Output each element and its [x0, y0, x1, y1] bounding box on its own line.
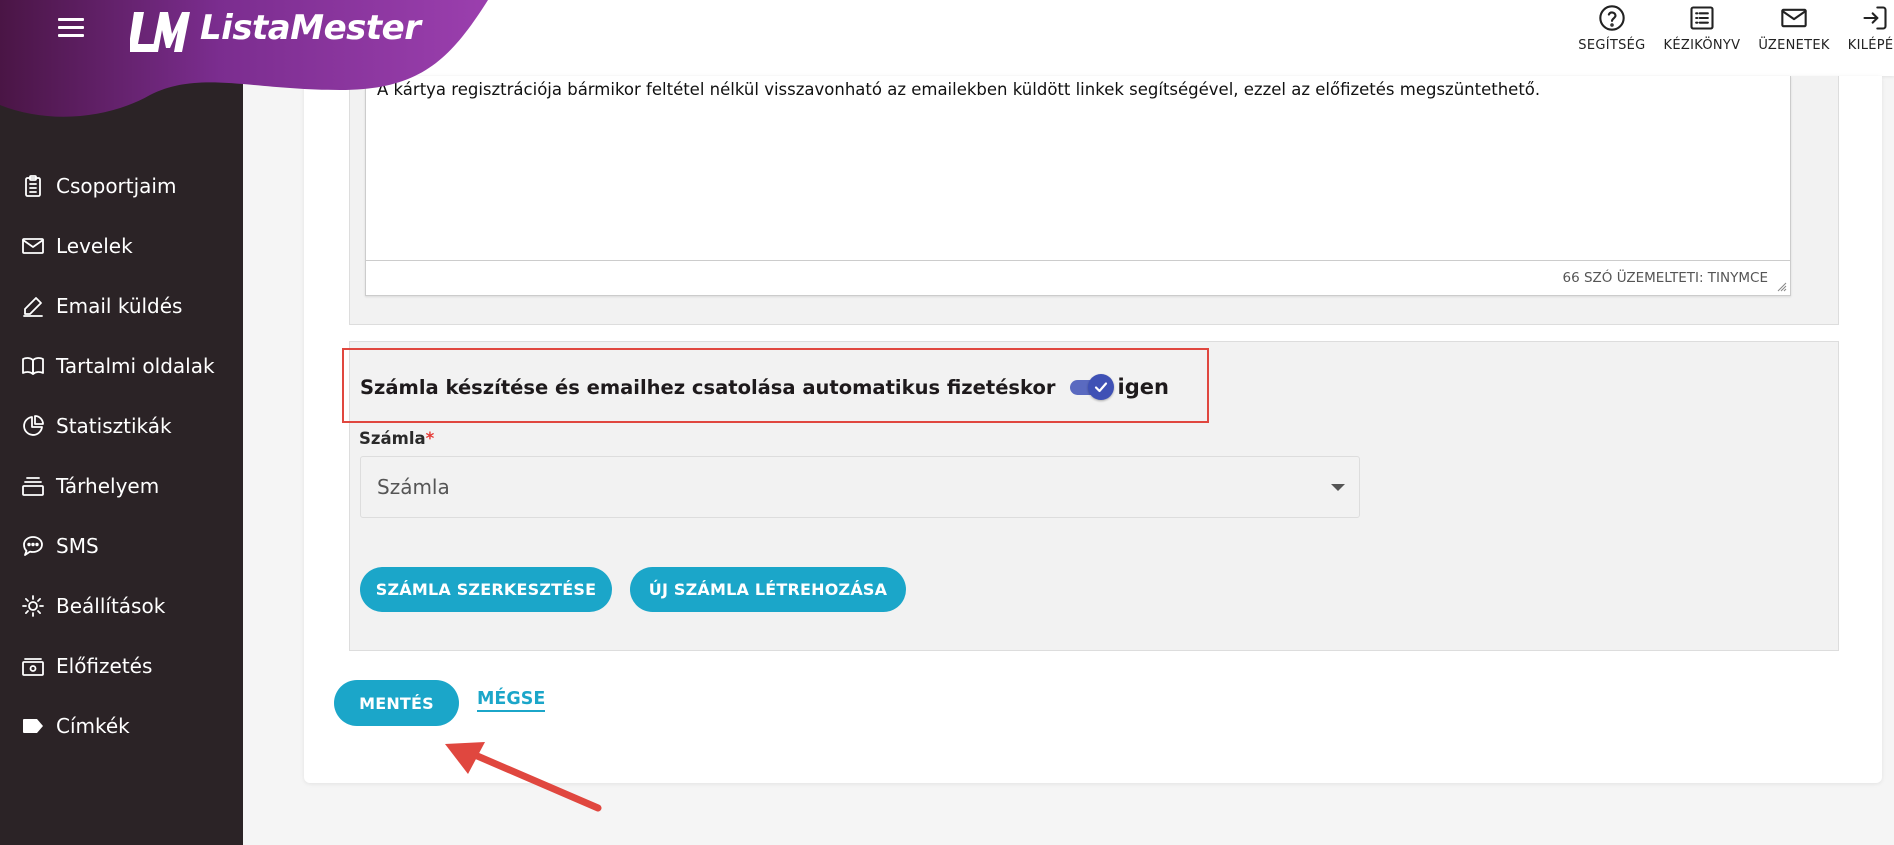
messages-label: ÜZENETEK — [1758, 38, 1830, 53]
invoice-field-label-text: Számla — [359, 429, 426, 448]
sidebar-item-label: Címkék — [56, 714, 130, 738]
cancel-link[interactable]: MÉGSE — [477, 689, 546, 712]
sidebar-item-label: Beállítások — [56, 594, 166, 618]
sidebar-item-email-kuldes[interactable]: Email küldés — [0, 276, 243, 336]
edit-invoice-button[interactable]: SZÁMLA SZERKESZTÉSE — [360, 567, 612, 612]
sidebar-item-label: Tárhelyem — [56, 474, 160, 498]
envelope-icon — [1781, 8, 1807, 28]
sidebar-item-label: Tartalmi oldalak — [56, 354, 215, 378]
question-circle-icon — [1599, 5, 1625, 31]
logo-mark-icon[interactable] — [128, 8, 190, 58]
required-mark: * — [425, 429, 435, 448]
sidebar-item-label: Előfizetés — [56, 654, 153, 678]
subscription-icon — [20, 653, 46, 679]
sidebar-item-tarhelyem[interactable]: Tárhelyem — [0, 456, 243, 516]
invoice-select[interactable]: Számla — [360, 456, 1360, 518]
sidebar-item-statisztikak[interactable]: Statisztikák — [0, 396, 243, 456]
form-card: A kártya regisztrációja bármikor feltéte… — [304, 76, 1882, 783]
sidebar-item-elofizetes[interactable]: Előfizetés — [0, 636, 243, 696]
help-label: SEGÍTSÉG — [1578, 38, 1646, 53]
logout-button[interactable]: KILÉPÉS — [1848, 0, 1894, 76]
brand-name[interactable]: ListaMester — [200, 8, 421, 48]
menu-toggle-button[interactable] — [58, 18, 84, 38]
hamburger-line — [58, 18, 84, 21]
sidebar-nav: Csoportjaim Levelek Email küldés Tartalm… — [0, 156, 243, 756]
sidebar-item-sms[interactable]: SMS — [0, 516, 243, 576]
sidebar: Csoportjaim Levelek Email küldés Tartalm… — [0, 0, 243, 845]
sidebar-item-csoportjaim[interactable]: Csoportjaim — [0, 156, 243, 216]
manual-button[interactable]: KÉZIKÖNYV — [1664, 0, 1741, 76]
chevron-down-icon — [1331, 484, 1345, 491]
editor-statusbar: 66 SZÓ ÜZEMELTETI: TINYMCE — [366, 260, 1790, 295]
chat-bubble-icon — [20, 533, 46, 559]
toggle-knob — [1087, 374, 1114, 400]
editor-content[interactable]: A kártya regisztrációja bármikor feltéte… — [377, 80, 1540, 99]
sidebar-item-label: Csoportjaim — [56, 174, 177, 198]
sidebar-item-levelek[interactable]: Levelek — [0, 216, 243, 276]
annotation-arrow-icon — [445, 742, 602, 812]
sidebar-item-beallitasok[interactable]: Beállítások — [0, 576, 243, 636]
invoice-select-value: Számla — [377, 475, 450, 499]
list-icon — [1690, 6, 1714, 30]
manual-label: KÉZIKÖNYV — [1663, 38, 1741, 53]
messages-button[interactable]: ÜZENETEK — [1758, 0, 1829, 76]
envelope-icon — [20, 233, 46, 259]
help-button[interactable]: SEGÍTSÉG — [1578, 0, 1645, 76]
sidebar-item-label: Levelek — [56, 234, 133, 258]
pen-icon — [20, 293, 46, 319]
sidebar-item-label: SMS — [56, 534, 99, 558]
gear-icon — [20, 593, 46, 619]
sidebar-item-label: Statisztikák — [56, 414, 172, 438]
topbar: SEGÍTSÉG KÉZIKÖNYV ÜZENETEK KILÉPÉS — [243, 0, 1894, 76]
invoice-toggle-value: igen — [1117, 375, 1169, 399]
rich-text-editor[interactable]: A kártya regisztrációja bármikor feltéte… — [365, 76, 1791, 296]
resize-grip-icon[interactable] — [1777, 282, 1787, 292]
sidebar-item-label: Email küldés — [56, 294, 183, 318]
word-count: 66 SZÓ ÜZEMELTETI: TINYMCE — [1562, 270, 1769, 286]
storage-icon — [20, 473, 46, 499]
sidebar-item-cimkek[interactable]: Címkék — [0, 696, 243, 756]
book-icon — [20, 353, 46, 379]
save-button[interactable]: MENTÉS — [334, 680, 459, 726]
sidebar-item-tartalmi-oldalak[interactable]: Tartalmi oldalak — [0, 336, 243, 396]
invoice-toggle-label: Számla készítése és emailhez csatolása a… — [360, 375, 1056, 399]
logout-label: KILÉPÉS — [1847, 38, 1894, 53]
top-actions: SEGÍTSÉG KÉZIKÖNYV ÜZENETEK KILÉPÉS — [1560, 0, 1894, 76]
invoice-field-label: Számla* — [359, 429, 434, 448]
invoice-toggle-switch[interactable] — [1068, 374, 1116, 400]
logout-icon — [1863, 6, 1887, 30]
pie-chart-icon — [20, 413, 46, 439]
clipboard-icon — [20, 173, 46, 199]
hamburger-line — [58, 26, 84, 29]
tag-icon — [20, 713, 46, 739]
check-icon — [1094, 382, 1107, 393]
editor-section: A kártya regisztrációja bármikor feltéte… — [349, 76, 1839, 325]
invoice-toggle-row: Számla készítése és emailhez csatolása a… — [360, 374, 1169, 400]
new-invoice-button[interactable]: ÚJ SZÁMLA LÉTREHOZÁSA — [630, 567, 906, 612]
hamburger-line — [58, 34, 84, 37]
